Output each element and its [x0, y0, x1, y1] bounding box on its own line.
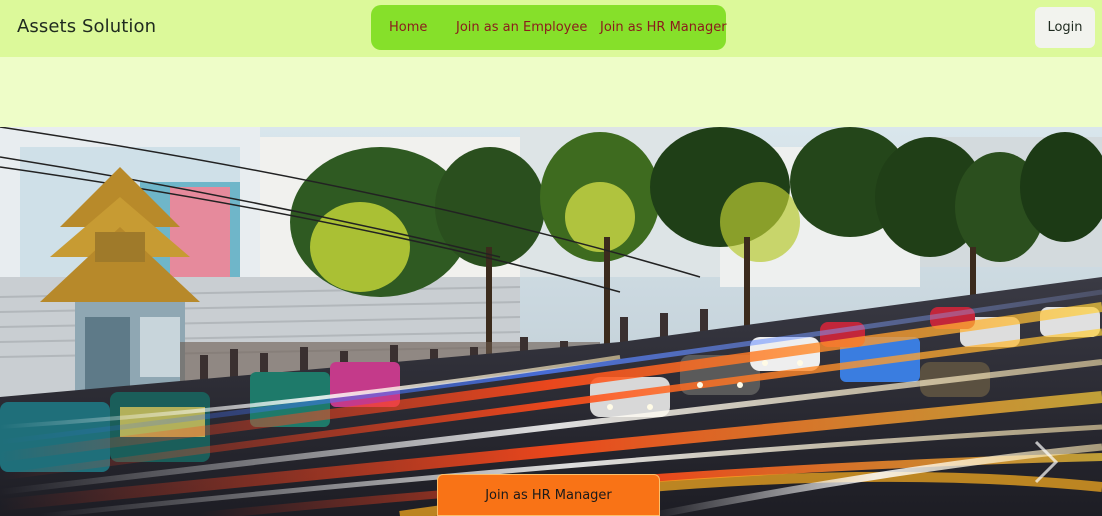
hero-image	[0, 127, 1102, 516]
join-hr-manager-cta-button[interactable]: Join as HR Manager	[437, 474, 660, 516]
login-button[interactable]: Login	[1035, 7, 1095, 48]
nav-link-join-hr-manager[interactable]: Join as HR Manager	[600, 20, 727, 35]
hero-banner	[0, 127, 1102, 516]
chevron-right-icon[interactable]	[1030, 438, 1062, 486]
brand-title[interactable]: Assets Solution	[17, 16, 156, 37]
nav-link-home[interactable]: Home	[389, 20, 427, 35]
nav-menu: Home Join as an Employee Join as HR Mana…	[371, 5, 727, 50]
header-spacer	[0, 57, 1102, 127]
navbar: Assets Solution Home Join as an Employee…	[0, 0, 1102, 57]
nav-link-join-employee[interactable]: Join as an Employee	[456, 20, 587, 35]
